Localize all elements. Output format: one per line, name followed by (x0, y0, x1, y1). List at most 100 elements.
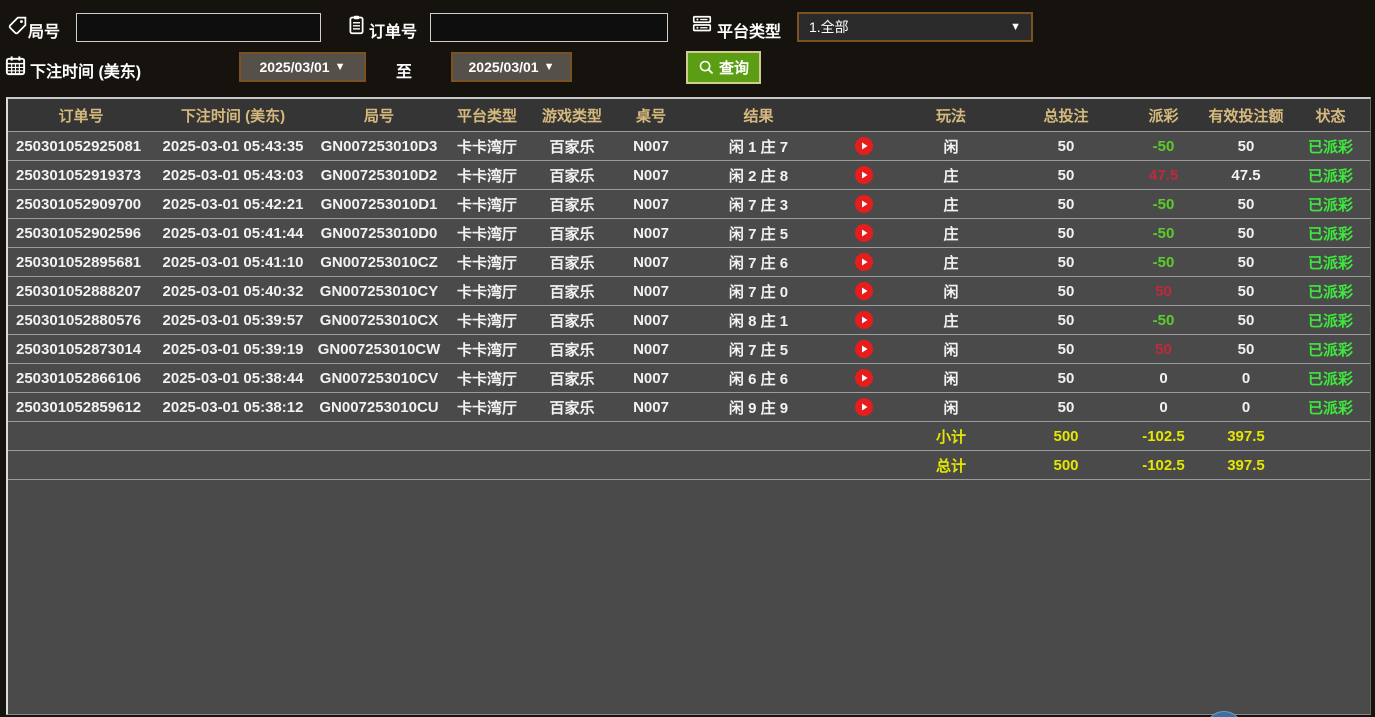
cell-total-bet: 50 (1006, 399, 1126, 416)
date-range-to-label: 至 (396, 58, 412, 82)
cell-table-no: N007 (616, 399, 686, 416)
replay-play-icon[interactable] (855, 398, 873, 416)
table-body: 250301052925081 2025-03-01 05:43:35 GN00… (8, 132, 1370, 422)
cell-table-no: N007 (616, 283, 686, 300)
platform-type-label: 平台类型 (717, 18, 781, 42)
cell-bet-time: 2025-03-01 05:38:44 (154, 370, 312, 387)
cell-game-type: 百家乐 (528, 252, 616, 273)
cell-order-no: 250301052873014 (8, 341, 154, 358)
cell-platform: 卡卡湾厅 (446, 368, 528, 389)
game-no-label: 局号 (28, 18, 60, 42)
tag-icon (7, 15, 28, 36)
cell-result: 闲 6 庄 6 (686, 368, 831, 389)
replay-play-icon[interactable] (855, 224, 873, 242)
cell-game-no: GN007253010D2 (312, 167, 446, 184)
cell-status: 已派彩 (1291, 165, 1370, 186)
cell-play: 庄 (896, 252, 1006, 273)
cell-platform: 卡卡湾厅 (446, 223, 528, 244)
cell-play: 闲 (896, 136, 1006, 157)
cell-replay (831, 224, 896, 242)
header-game-type: 游戏类型 (528, 105, 616, 126)
replay-play-icon[interactable] (855, 311, 873, 329)
cell-total-bet: 50 (1006, 312, 1126, 329)
cell-replay (831, 369, 896, 387)
cell-game-no: GN007253010CU (312, 399, 446, 416)
cell-result: 闲 9 庄 9 (686, 397, 831, 418)
chevron-down-icon: ▼ (335, 61, 346, 73)
cell-valid-bet: 50 (1201, 254, 1291, 271)
cell-status: 已派彩 (1291, 339, 1370, 360)
cell-order-no: 250301052902596 (8, 225, 154, 242)
cell-replay (831, 195, 896, 213)
table-row: 250301052902596 2025-03-01 05:41:44 GN00… (8, 219, 1370, 248)
cell-valid-bet: 50 (1201, 341, 1291, 358)
date-to-picker[interactable]: 2025/03/01 ▼ (451, 52, 572, 82)
replay-play-icon[interactable] (855, 282, 873, 300)
cell-total-bet: 50 (1006, 167, 1126, 184)
table-row: 250301052925081 2025-03-01 05:43:35 GN00… (8, 132, 1370, 161)
cell-game-no: GN007253010CW (312, 341, 446, 358)
cell-game-no: GN007253010CX (312, 312, 446, 329)
replay-play-icon[interactable] (855, 253, 873, 271)
replay-play-icon[interactable] (855, 166, 873, 184)
platform-stack-icon (691, 14, 713, 36)
cell-order-no: 250301052880576 (8, 312, 154, 329)
cell-game-no: GN007253010CY (312, 283, 446, 300)
cell-status: 已派彩 (1291, 136, 1370, 157)
cell-table-no: N007 (616, 167, 686, 184)
header-bet-time: 下注时间 (美东) (154, 105, 312, 126)
cell-bet-time: 2025-03-01 05:39:19 (154, 341, 312, 358)
replay-play-icon[interactable] (855, 369, 873, 387)
replay-play-icon[interactable] (855, 340, 873, 358)
cell-game-no: GN007253010D3 (312, 138, 446, 155)
cell-table-no: N007 (616, 196, 686, 213)
chevron-down-icon: ▼ (1010, 21, 1021, 33)
cell-play: 庄 (896, 223, 1006, 244)
cell-platform: 卡卡湾厅 (446, 252, 528, 273)
subtotal-row: 小计 500 -102.5 397.5 (8, 422, 1370, 451)
cell-bet-time: 2025-03-01 05:38:12 (154, 399, 312, 416)
cell-payout: -50 (1126, 312, 1201, 329)
cell-replay (831, 137, 896, 155)
cell-order-no: 250301052909700 (8, 196, 154, 213)
cell-payout: 50 (1126, 341, 1201, 358)
cell-status: 已派彩 (1291, 397, 1370, 418)
total-row: 总计 500 -102.5 397.5 (8, 451, 1370, 480)
table-row: 250301052919373 2025-03-01 05:43:03 GN00… (8, 161, 1370, 190)
cell-table-no: N007 (616, 341, 686, 358)
cell-order-no: 250301052859612 (8, 399, 154, 416)
date-from-value: 2025/03/01 (260, 59, 330, 75)
cell-bet-time: 2025-03-01 05:43:35 (154, 138, 312, 155)
game-no-input[interactable] (76, 13, 321, 42)
cell-bet-time: 2025-03-01 05:41:10 (154, 254, 312, 271)
cell-order-no: 250301052895681 (8, 254, 154, 271)
cell-play: 闲 (896, 339, 1006, 360)
cell-payout: 47.5 (1126, 167, 1201, 184)
cell-status: 已派彩 (1291, 310, 1370, 331)
cell-valid-bet: 0 (1201, 370, 1291, 387)
chevron-down-icon: ▼ (544, 61, 555, 73)
search-button[interactable]: 查询 (686, 51, 761, 84)
header-order-no: 订单号 (8, 105, 154, 126)
cell-payout: -50 (1126, 225, 1201, 242)
cell-platform: 卡卡湾厅 (446, 194, 528, 215)
cell-result: 闲 1 庄 7 (686, 136, 831, 157)
header-result: 结果 (686, 105, 831, 126)
replay-play-icon[interactable] (855, 195, 873, 213)
platform-selected-value: 1.全部 (809, 17, 849, 37)
cell-platform: 卡卡湾厅 (446, 397, 528, 418)
cell-valid-bet: 50 (1201, 138, 1291, 155)
cell-payout: -50 (1126, 138, 1201, 155)
cell-valid-bet: 47.5 (1201, 167, 1291, 184)
cell-total-bet: 50 (1006, 370, 1126, 387)
order-no-input[interactable] (430, 13, 668, 42)
cell-total-bet: 50 (1006, 254, 1126, 271)
subtotal-payout: -102.5 (1126, 428, 1201, 445)
platform-select[interactable]: 1.全部 ▼ (797, 12, 1033, 42)
cell-play: 庄 (896, 165, 1006, 186)
replay-play-icon[interactable] (855, 137, 873, 155)
date-from-picker[interactable]: 2025/03/01 ▼ (239, 52, 366, 82)
cell-game-no: GN007253010D1 (312, 196, 446, 213)
cell-result: 闲 7 庄 5 (686, 223, 831, 244)
table-row: 250301052873014 2025-03-01 05:39:19 GN00… (8, 335, 1370, 364)
